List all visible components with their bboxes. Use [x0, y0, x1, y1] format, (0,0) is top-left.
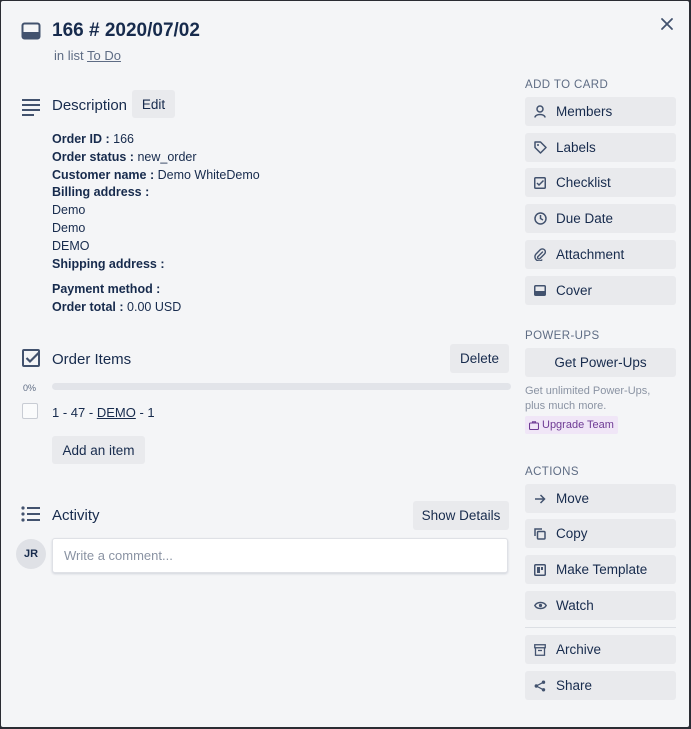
progress-percent: 0%: [23, 383, 37, 393]
person-icon: [534, 105, 546, 118]
move-label: Move: [556, 491, 590, 506]
delete-checklist-button[interactable]: Delete: [450, 344, 509, 373]
members-label: Members: [556, 104, 613, 119]
watch-button[interactable]: Watch: [525, 591, 676, 620]
payment-method-label: Payment method :: [52, 282, 161, 297]
add-item-button[interactable]: Add an item: [52, 436, 145, 464]
item-suffix: - 1: [139, 405, 155, 420]
due-date-label: Due Date: [556, 211, 614, 226]
activity-icon: [21, 506, 40, 522]
close-icon: [661, 18, 673, 30]
archive-label: Archive: [556, 642, 602, 657]
add-to-card-heading: ADD TO CARD: [525, 79, 609, 91]
upgrade-team-label: Upgrade Team: [542, 419, 614, 431]
archive-icon: [534, 643, 546, 656]
close-button[interactable]: [655, 12, 679, 36]
card-icon: [21, 22, 41, 40]
cover-label: Cover: [556, 283, 593, 298]
powerups-heading: POWER-UPS: [525, 330, 600, 342]
powerups-note: Get unlimited Power-Ups, plus much more.: [525, 384, 650, 414]
arrow-right-icon: [535, 493, 546, 504]
customer-name-value: Demo WhiteDemo: [157, 167, 260, 182]
make-template-button[interactable]: Make Template: [525, 555, 676, 584]
checklist-item-checkbox[interactable]: [22, 403, 38, 419]
customer-name-label: Customer name :: [52, 167, 155, 182]
due-date-button[interactable]: Due Date: [525, 204, 676, 233]
description-body[interactable]: Order ID : 166 Order status : new_order …: [52, 131, 492, 317]
comment-input[interactable]: [52, 538, 508, 573]
order-total-label: Order total :: [52, 300, 124, 315]
edit-description-button[interactable]: Edit: [132, 90, 175, 118]
copy-icon: [534, 527, 546, 540]
item-link[interactable]: DEMO: [97, 405, 136, 420]
activity-heading: Activity: [52, 507, 100, 524]
description-icon: [22, 99, 40, 116]
share-icon: [534, 680, 546, 691]
checklist-label: Checklist: [556, 175, 611, 190]
description-heading: Description: [52, 97, 128, 114]
shipping-address-label: Shipping address :: [52, 256, 165, 271]
order-total-value: 0.00 USD: [127, 300, 182, 315]
order-id-label: Order ID :: [52, 132, 110, 146]
card-title[interactable]: 166 # 2020/07/02: [52, 20, 200, 42]
tag-icon: [533, 141, 547, 154]
powerups-note-line: plus much more.: [525, 400, 607, 412]
item-prefix: 1 - 47 -: [52, 405, 94, 420]
actions-heading: ACTIONS: [525, 466, 579, 478]
archive-button[interactable]: Archive: [525, 635, 676, 664]
upgrade-team-button[interactable]: Upgrade Team: [525, 416, 618, 434]
order-id-value: 166: [113, 132, 134, 146]
cover-button[interactable]: Cover: [525, 276, 676, 305]
show-details-button[interactable]: Show Details: [413, 501, 509, 530]
share-label: Share: [556, 678, 593, 693]
watch-label: Watch: [556, 598, 594, 613]
billing-line: Demo: [52, 220, 86, 235]
billing-line: Demo: [52, 203, 86, 218]
billing-line: DEMO: [52, 238, 90, 253]
attachment-label: Attachment: [556, 247, 625, 262]
paperclip-icon: [534, 248, 546, 261]
checklist-icon: [22, 349, 40, 367]
checklist-button[interactable]: Checklist: [525, 168, 676, 197]
cover-icon: [534, 285, 546, 296]
share-button[interactable]: Share: [525, 671, 676, 700]
labels-label: Labels: [556, 140, 596, 155]
powerups-note-line: Get unlimited Power-Ups,: [525, 385, 651, 397]
checklist-progress-bar: [52, 383, 511, 390]
billing-address-label: Billing address :: [52, 185, 150, 200]
make-template-label: Make Template: [556, 562, 648, 577]
in-list-prefix: in list: [54, 48, 84, 63]
card-list-info: in list To Do: [54, 48, 121, 63]
checklist-item[interactable]: 1 - 47 - DEMO - 1: [52, 405, 155, 420]
sidebar-divider: [525, 627, 676, 628]
order-status-value: new_order: [137, 149, 197, 164]
briefcase-icon: [529, 420, 539, 430]
get-powerups-button[interactable]: Get Power-Ups: [525, 348, 676, 377]
labels-button[interactable]: Labels: [525, 133, 676, 162]
checklist-heading[interactable]: Order Items: [52, 351, 131, 368]
clock-icon: [533, 212, 547, 225]
eye-icon: [533, 601, 547, 610]
card-detail-modal: 166 # 2020/07/02 in list To Do Descripti…: [1, 1, 689, 727]
copy-button[interactable]: Copy: [525, 519, 676, 548]
template-icon: [534, 563, 546, 576]
checkbox-icon: [534, 176, 546, 189]
list-link[interactable]: To Do: [87, 48, 121, 63]
attachment-button[interactable]: Attachment: [525, 240, 676, 269]
avatar[interactable]: JR: [16, 539, 46, 569]
move-button[interactable]: Move: [525, 484, 676, 513]
order-status-label: Order status :: [52, 149, 134, 164]
copy-label: Copy: [556, 526, 588, 541]
members-button[interactable]: Members: [525, 97, 676, 126]
